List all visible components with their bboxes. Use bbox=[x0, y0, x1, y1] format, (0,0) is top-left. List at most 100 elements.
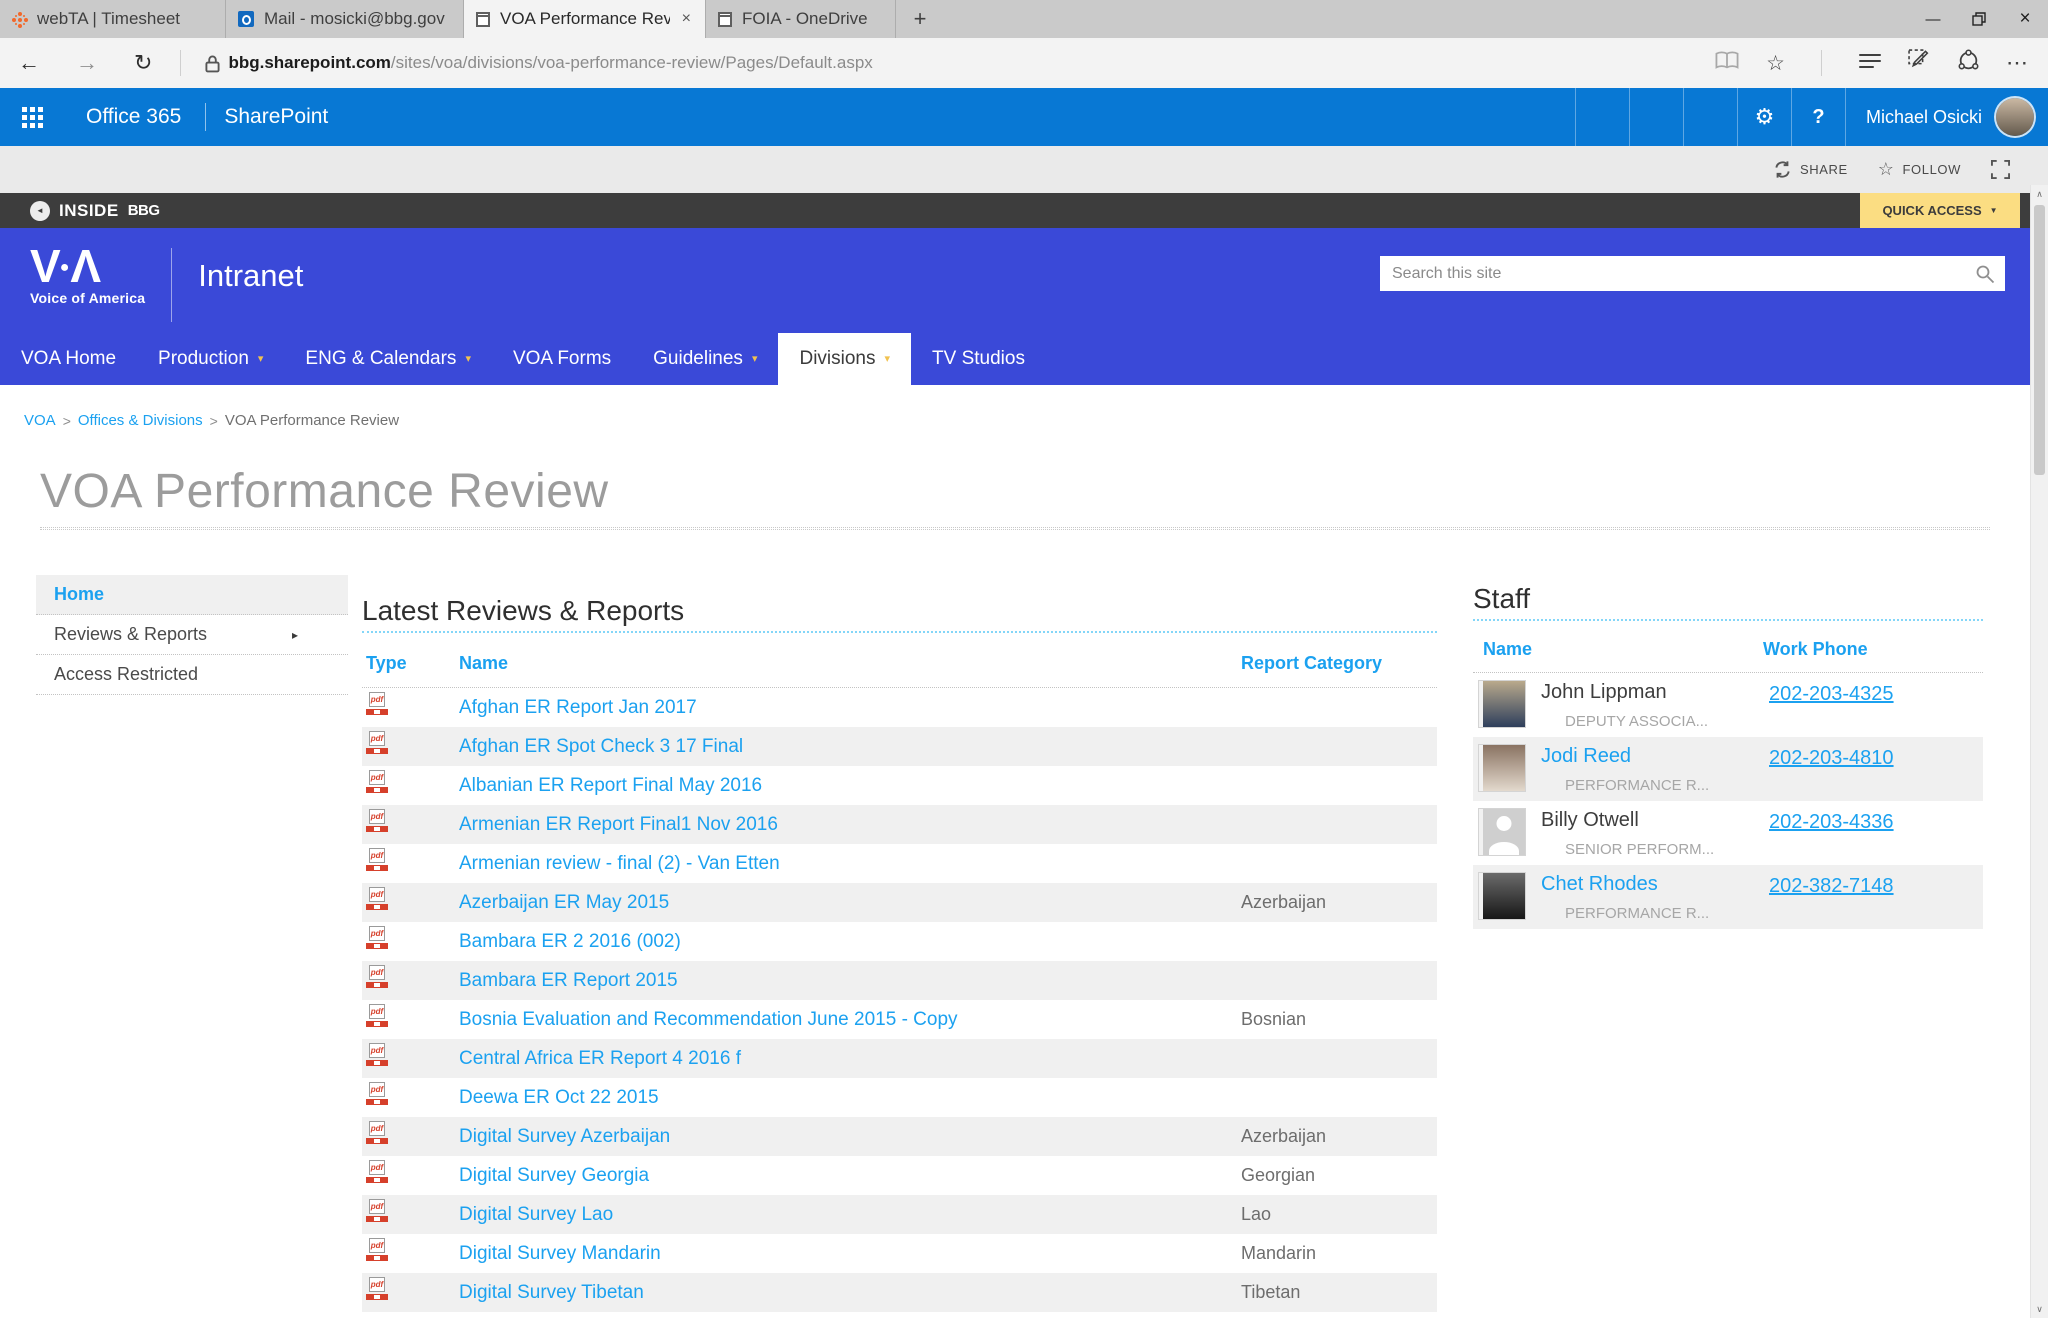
top-nav-item[interactable]: VOA Forms ▾ bbox=[492, 333, 632, 385]
scroll-up-icon[interactable]: ∧ bbox=[2031, 185, 2048, 203]
top-nav-item[interactable]: TV Studios ▾ bbox=[911, 333, 1046, 385]
report-link[interactable]: Bambara ER 2 2016 (002) bbox=[459, 931, 1241, 953]
tab-close-icon[interactable]: × bbox=[680, 10, 693, 28]
report-link[interactable]: Albanian ER Report Final May 2016 bbox=[459, 775, 1241, 797]
help-icon[interactable]: ? bbox=[1791, 88, 1845, 146]
url-host: bbg.sharepoint.com bbox=[228, 53, 390, 73]
sharepoint-link[interactable]: SharePoint bbox=[224, 105, 328, 129]
table-row: pdf Armenian review - final (2) - Van Et… bbox=[362, 844, 1437, 883]
new-tab-button[interactable]: + bbox=[896, 0, 944, 38]
report-category: Lao bbox=[1241, 1204, 1437, 1225]
staff-photo bbox=[1479, 681, 1525, 727]
pdf-file-icon: pdf bbox=[366, 1199, 459, 1230]
breadcrumb-link[interactable]: VOA bbox=[24, 412, 56, 429]
pdf-file-icon: pdf bbox=[366, 692, 459, 723]
sidebar-item-label: Home bbox=[54, 584, 104, 605]
staff-row: Chet Rhodes PERFORMANCE R... 202-382-714… bbox=[1473, 865, 1983, 929]
staff-phone-link[interactable]: 202-203-4325 bbox=[1769, 683, 1894, 730]
staff-job-title: DEPUTY ASSOCIA... bbox=[1541, 713, 1769, 730]
report-link[interactable]: Deewa ER Oct 22 2015 bbox=[459, 1087, 1241, 1109]
close-button[interactable]: × bbox=[2002, 0, 2048, 38]
staff-name[interactable]: Chet Rhodes bbox=[1541, 873, 1658, 895]
report-link[interactable]: Azerbaijan ER May 2015 bbox=[459, 892, 1241, 914]
report-link[interactable]: Afghan ER Spot Check 3 17 Final bbox=[459, 736, 1241, 758]
browser-tab[interactable]: FOIA - OneDrive × bbox=[706, 0, 896, 38]
restore-button[interactable] bbox=[1956, 0, 2002, 38]
staff-rows: John Lippman DEPUTY ASSOCIA... 202-203-4… bbox=[1473, 673, 1983, 929]
quick-access-button[interactable]: QUICK ACCESS ▼ bbox=[1860, 193, 2020, 228]
staff-name[interactable]: Jodi Reed bbox=[1541, 745, 1631, 767]
report-link[interactable]: Digital Survey Tibetan bbox=[459, 1282, 1241, 1304]
browser-tab[interactable]: Mail - mosicki@bbg.gov × bbox=[226, 0, 464, 38]
settings-gear-icon[interactable]: ⚙ bbox=[1737, 88, 1791, 146]
submenu-arrow-icon: ▸ bbox=[292, 628, 298, 642]
tab-title: FOIA - OneDrive bbox=[742, 9, 883, 29]
scrollbar-thumb[interactable] bbox=[2034, 205, 2045, 475]
column-header-type[interactable]: Type bbox=[366, 653, 459, 674]
staff-phone-link[interactable]: 202-382-7148 bbox=[1769, 875, 1894, 922]
site-name: Intranet bbox=[198, 258, 303, 294]
focus-mode-button[interactable] bbox=[1981, 160, 2020, 179]
report-link[interactable]: Digital Survey Mandarin bbox=[459, 1243, 1241, 1265]
browser-tab[interactable]: VOA Performance Revie × bbox=[464, 0, 706, 38]
column-header-staff-name[interactable]: Name bbox=[1473, 639, 1763, 660]
report-link[interactable]: Digital Survey Lao bbox=[459, 1204, 1241, 1226]
sidebar-item[interactable]: Home ▸ bbox=[36, 575, 348, 615]
breadcrumb-link[interactable]: Offices & Divisions bbox=[78, 412, 203, 429]
report-link[interactable]: Bambara ER Report 2015 bbox=[459, 970, 1241, 992]
inside-bbg-link[interactable]: ◄ INSIDE BBG bbox=[0, 201, 160, 221]
table-row: pdf Central Africa ER Report 4 2016 f bbox=[362, 1039, 1437, 1078]
user-menu[interactable]: Michael Osicki bbox=[1845, 88, 2048, 146]
report-link[interactable]: Digital Survey Georgia bbox=[459, 1165, 1241, 1187]
column-header-category[interactable]: Report Category bbox=[1241, 653, 1437, 674]
staff-phone-link[interactable]: 202-203-4810 bbox=[1769, 747, 1894, 794]
pdf-file-icon: pdf bbox=[366, 1043, 459, 1074]
search-input[interactable] bbox=[1380, 265, 1975, 283]
share-button[interactable]: SHARE bbox=[1763, 160, 1858, 179]
top-nav-item[interactable]: VOA Home ▾ bbox=[0, 333, 137, 385]
minimize-button[interactable]: — bbox=[1910, 0, 1956, 38]
staff-job-title: SENIOR PERFORM... bbox=[1541, 841, 1769, 858]
more-actions-icon[interactable]: ⋯ bbox=[2006, 50, 2030, 76]
staff-heading: Staff bbox=[1473, 583, 1983, 615]
hub-icon[interactable] bbox=[1858, 53, 1882, 74]
forward-icon[interactable]: → bbox=[58, 50, 116, 76]
column-header-work-phone[interactable]: Work Phone bbox=[1763, 639, 1983, 660]
share-icon[interactable] bbox=[1957, 49, 1980, 77]
voa-logo[interactable]: V●Λ Voice of America bbox=[30, 244, 145, 306]
voa-site-header: V●Λ Voice of America Intranet VOA Home ▾… bbox=[0, 228, 2030, 385]
table-row: pdf Digital Survey Tibetan Tibetan bbox=[362, 1273, 1437, 1312]
column-header-name[interactable]: Name bbox=[459, 653, 1241, 674]
back-icon[interactable]: ← bbox=[0, 50, 58, 76]
office365-link[interactable]: Office 365 bbox=[64, 105, 187, 129]
top-nav-item[interactable]: Production ▾ bbox=[137, 333, 284, 385]
scroll-down-icon[interactable]: ∨ bbox=[2031, 1300, 2048, 1318]
report-link[interactable]: Armenian review - final (2) - Van Etten bbox=[459, 853, 1241, 875]
divider bbox=[180, 50, 181, 76]
share-label: SHARE bbox=[1800, 162, 1848, 177]
suite-bar-actions: ⚙ ? Michael Osicki bbox=[1575, 88, 2048, 146]
sidebar-item[interactable]: Reviews & Reports ▸ bbox=[36, 615, 348, 655]
staff-phone-link[interactable]: 202-203-4336 bbox=[1769, 811, 1894, 858]
top-nav-item[interactable]: ENG & Calendars ▾ bbox=[284, 333, 492, 385]
report-link[interactable]: Afghan ER Report Jan 2017 bbox=[459, 697, 1241, 719]
report-link[interactable]: Central Africa ER Report 4 2016 f bbox=[459, 1048, 1241, 1070]
favorites-star-icon[interactable]: ☆ bbox=[1766, 51, 1785, 76]
reading-view-icon[interactable] bbox=[1714, 51, 1740, 75]
staff-row: John Lippman DEPUTY ASSOCIA... 202-203-4… bbox=[1473, 673, 1983, 737]
refresh-icon[interactable]: ↻ bbox=[116, 50, 170, 76]
web-note-icon[interactable] bbox=[1908, 49, 1931, 77]
top-nav-item[interactable]: Guidelines ▾ bbox=[632, 333, 778, 385]
page-scrollbar: ∧ ∨ bbox=[2030, 185, 2048, 1318]
app-launcher-icon[interactable] bbox=[0, 88, 64, 146]
sidebar-item[interactable]: Access Restricted ▸ bbox=[36, 655, 348, 695]
report-link[interactable]: Bosnia Evaluation and Recommendation Jun… bbox=[459, 1009, 1241, 1031]
report-link[interactable]: Armenian ER Report Final1 Nov 2016 bbox=[459, 814, 1241, 836]
search-icon[interactable] bbox=[1975, 264, 1995, 284]
follow-button[interactable]: ☆ FOLLOW bbox=[1868, 159, 1971, 180]
top-nav-item[interactable]: Divisions ▾ bbox=[778, 333, 911, 385]
nav-label: ENG & Calendars bbox=[305, 333, 456, 385]
browser-tab[interactable]: webTA | Timesheet × bbox=[0, 0, 226, 38]
url-field[interactable]: bbg.sharepoint.com/sites/voa/divisions/v… bbox=[228, 53, 872, 73]
report-link[interactable]: Digital Survey Azerbaijan bbox=[459, 1126, 1241, 1148]
